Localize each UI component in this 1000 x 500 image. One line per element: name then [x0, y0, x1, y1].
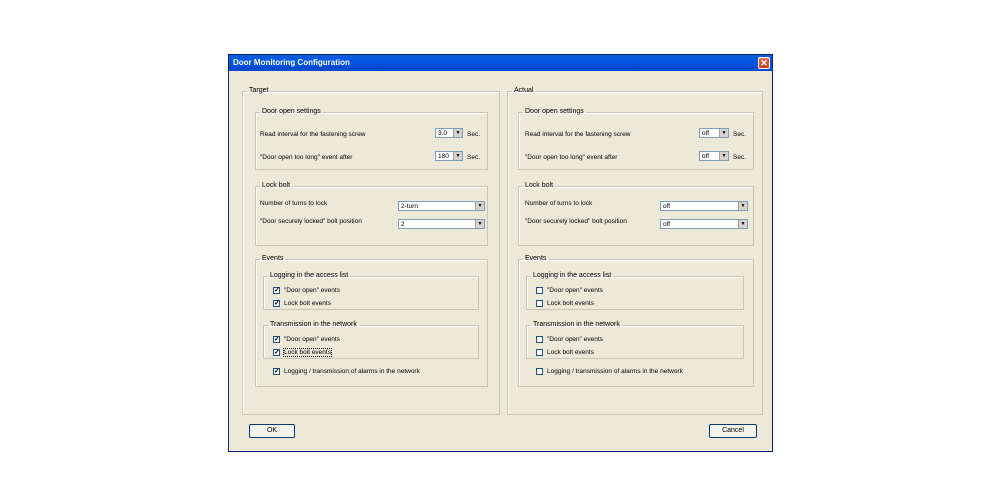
target-logging-group: Logging in the access list ✓ "Door open"… [263, 272, 479, 310]
actual-panel: Actual Door open settings Read interval … [507, 87, 763, 415]
group-title: Door open settings [262, 108, 321, 115]
dropdown-arrow-icon[interactable]: ▼ [453, 129, 462, 137]
checkmark-icon: ✓ [274, 349, 280, 356]
turns-label: Number of turns to lock [525, 200, 593, 207]
target-event-after-select[interactable]: 180 ▼ [435, 151, 463, 161]
actual-logging-group: Logging in the access list "Door open" e… [526, 272, 744, 310]
dropdown-arrow-icon[interactable]: ▼ [719, 152, 728, 160]
group-title: Logging in the access list [270, 272, 349, 279]
target-lock-bolt-group: Lock bolt Number of turns to lock 2-turn… [255, 182, 488, 246]
ok-button[interactable]: OK [249, 424, 295, 438]
actual-event-after-select[interactable]: off ▼ [699, 151, 729, 161]
group-title: Lock bolt [525, 182, 554, 189]
target-door-open-group: Door open settings Read interval for the… [255, 108, 488, 170]
dialog-window: Door Monitoring Configuration ✕ Target D… [228, 54, 773, 452]
close-icon[interactable]: ✕ [758, 57, 770, 69]
bolt-position-label: "Door securely locked" bolt position [260, 218, 362, 225]
target-alarms-checkbox[interactable]: ✓ [273, 368, 280, 375]
target-panel-title: Target [249, 87, 269, 94]
event-after-label: "Door open too long" event after [525, 154, 618, 161]
target-logging-lock-bolt-checkbox[interactable]: ✓ [273, 300, 280, 307]
checkbox-label: Lock bolt events [283, 348, 332, 357]
actual-lock-bolt-group: Lock bolt Number of turns to lock off ▼ … [518, 182, 754, 246]
unit-label: Sec. [467, 154, 481, 161]
dropdown-arrow-icon[interactable]: ▼ [719, 129, 728, 137]
checkbox-label: "Door open" events [284, 336, 340, 343]
read-interval-label: Read interval for the fastening screw [525, 131, 631, 138]
checkbox-label: "Door open" events [547, 336, 603, 343]
group-title: Logging in the access list [533, 272, 612, 279]
checkbox-label: Lock bolt events [547, 349, 594, 356]
checkmark-icon: ✓ [274, 287, 280, 294]
actual-transmission-group: Transmission in the network "Door open" … [526, 321, 744, 359]
group-title: Lock bolt [262, 182, 291, 189]
group-title: Door open settings [525, 108, 584, 115]
target-events-group: Events Logging in the access list ✓ "Doo… [255, 255, 488, 387]
checkbox-label: Lock bolt events [284, 300, 331, 307]
bolt-position-label: "Door securely locked" bolt position [525, 218, 627, 225]
group-title: Events [525, 255, 547, 262]
target-transmission-group: Transmission in the network ✓ "Door open… [263, 321, 479, 359]
target-turns-select[interactable]: 2-turn ▼ [398, 201, 485, 211]
actual-turns-select[interactable]: off ▼ [660, 201, 748, 211]
unit-label: Sec. [467, 131, 481, 138]
actual-logging-door-open-checkbox[interactable] [536, 287, 543, 294]
group-title: Transmission in the network [270, 321, 357, 328]
dropdown-arrow-icon[interactable]: ▼ [738, 220, 747, 228]
title-bar[interactable]: Door Monitoring Configuration ✕ [229, 55, 772, 71]
actual-read-interval-select[interactable]: off ▼ [699, 128, 729, 138]
checkbox-label: Lock bolt events [547, 300, 594, 307]
checkmark-icon: ✓ [274, 368, 280, 375]
unit-label: Sec. [733, 154, 747, 161]
checkbox-label: "Door open" events [284, 287, 340, 294]
actual-panel-title: Actual [514, 87, 534, 94]
checkbox-label: Logging / transmission of alarms in the … [284, 368, 420, 375]
dropdown-arrow-icon[interactable]: ▼ [475, 220, 484, 228]
target-panel: Target Door open settings Read interval … [242, 87, 500, 415]
checkbox-label: Logging / transmission of alarms in the … [547, 368, 683, 375]
actual-door-open-group: Door open settings Read interval for the… [518, 108, 754, 170]
actual-transmission-lock-bolt-checkbox[interactable] [536, 349, 543, 356]
dropdown-arrow-icon[interactable]: ▼ [475, 202, 484, 210]
target-transmission-lock-bolt-checkbox[interactable]: ✓ [273, 349, 280, 356]
actual-logging-lock-bolt-checkbox[interactable] [536, 300, 543, 307]
target-bolt-position-select[interactable]: 2 ▼ [398, 219, 485, 229]
event-after-label: "Door open too long" event after [260, 154, 353, 161]
target-read-interval-select[interactable]: 3.0 ▼ [435, 128, 463, 138]
window-title: Door Monitoring Configuration [233, 58, 350, 67]
actual-alarms-checkbox[interactable] [536, 368, 543, 375]
target-logging-door-open-checkbox[interactable]: ✓ [273, 287, 280, 294]
cancel-button[interactable]: Cancel [709, 424, 757, 438]
checkmark-icon: ✓ [274, 336, 280, 343]
actual-transmission-door-open-checkbox[interactable] [536, 336, 543, 343]
actual-bolt-position-select[interactable]: off ▼ [660, 219, 748, 229]
dropdown-arrow-icon[interactable]: ▼ [738, 202, 747, 210]
checkmark-icon: ✓ [274, 300, 280, 307]
read-interval-label: Read interval for the fastening screw [260, 131, 366, 138]
dropdown-arrow-icon[interactable]: ▼ [453, 152, 462, 160]
target-transmission-door-open-checkbox[interactable]: ✓ [273, 336, 280, 343]
group-title: Transmission in the network [533, 321, 620, 328]
unit-label: Sec. [733, 131, 747, 138]
actual-events-group: Events Logging in the access list "Door … [518, 255, 754, 387]
checkbox-label: "Door open" events [547, 287, 603, 294]
turns-label: Number of turns to lock [260, 200, 328, 207]
group-title: Events [262, 255, 284, 262]
